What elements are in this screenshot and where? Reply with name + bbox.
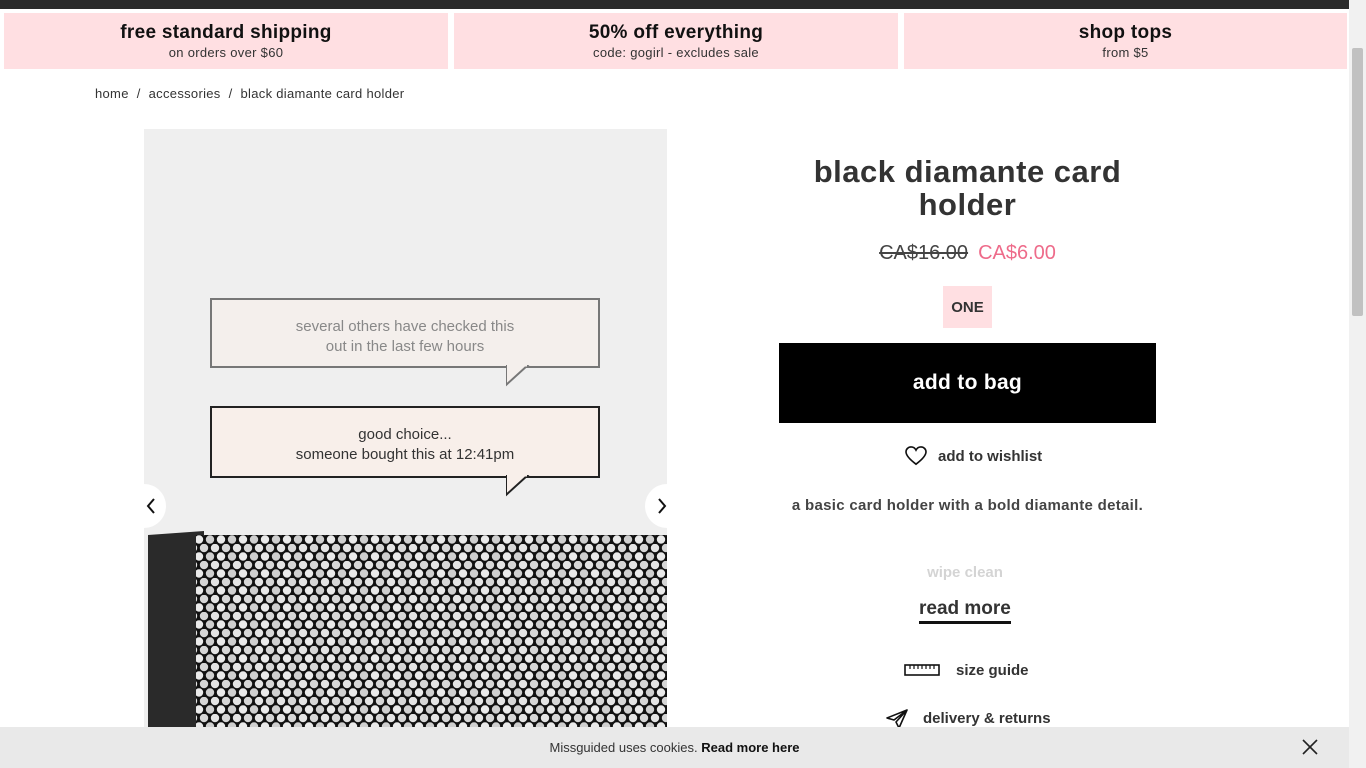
cookie-message: Missguided uses cookies. Read more here [0,740,1349,755]
bubble-tail [506,365,530,387]
cookie-read-more-link[interactable]: Read more here [701,740,799,755]
cookie-banner: Missguided uses cookies. Read more here [0,727,1349,768]
promo-discount[interactable]: 50% off everything code: gogirl - exclud… [454,13,898,69]
close-icon[interactable] [1301,738,1319,756]
viewers-notice-bubble: several others have checked this out in … [210,298,600,387]
wishlist-label: add to wishlist [938,448,1043,465]
gallery-prev-button[interactable] [144,484,166,528]
recent-purchase-line1: good choice... [358,426,452,443]
viewers-notice-line1: several others have checked this [295,318,515,335]
top-bar [0,0,1349,9]
breadcrumb-home[interactable]: home [95,86,129,101]
original-price: CA$16.00 [879,242,969,264]
viewers-notice-line2: out in the last few hours [325,338,485,355]
breadcrumb-current: black diamante card holder [240,86,405,101]
product-image [144,527,667,729]
promo-subtitle: on orders over $60 [168,45,284,60]
size-option-one[interactable]: ONE [943,286,992,328]
promo-free-shipping[interactable]: free standard shipping on orders over $6… [4,13,448,69]
breadcrumb-separator: / [136,86,141,101]
promo-subtitle: code: gogirl - excludes sale [593,45,759,60]
promo-title: free standard shipping [120,22,332,43]
recent-purchase-bubble: good choice... someone bought this at 12… [210,406,600,497]
product-description: a basic card holder with a bold diamante… [791,497,1144,514]
gallery-next-button[interactable] [645,484,667,528]
recent-purchase-line2: someone bought this at 12:41pm [295,446,515,463]
heart-icon [905,446,927,466]
product-title: black diamante card holder [813,154,1122,222]
delivery-returns-label: delivery & returns [923,710,1051,727]
read-more-link[interactable]: read more [919,598,1011,624]
page-scrollbar[interactable] [1349,0,1366,768]
sale-price: CA$6.00 [978,242,1056,264]
care-instructions: wipe clean [927,564,1003,581]
chevron-left-icon [146,498,155,514]
add-to-bag-button[interactable]: add to bag [779,343,1156,423]
breadcrumb-separator: / [228,86,233,101]
promo-subtitle: from $5 [1102,45,1149,60]
chevron-right-icon [658,498,667,514]
scrollbar-thumb[interactable] [1352,48,1363,316]
product-gallery[interactable]: several others have checked this out in … [144,129,667,729]
breadcrumb: home / accessories / black diamante card hol… [95,86,404,101]
cookie-text: Missguided uses cookies. [549,740,698,755]
product-prices: CA$16.00 CA$6.00 [779,242,1156,265]
bubble-tail [506,475,530,497]
promo-title: 50% off everything [588,22,764,43]
promo-title: shop tops [1078,22,1173,43]
size-guide-label: size guide [956,662,1029,679]
breadcrumb-accessories[interactable]: accessories [149,86,221,101]
ruler-icon [904,664,940,676]
promo-shop-tops[interactable]: shop tops from $5 [904,13,1347,69]
